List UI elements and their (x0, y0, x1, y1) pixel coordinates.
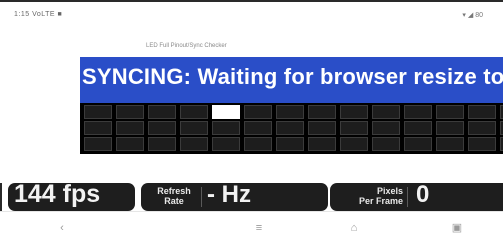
pixels-per-frame-value: 0 (416, 181, 430, 208)
pixels-per-frame-label: Pixels Per Frame (358, 186, 403, 206)
grid-cell (212, 137, 240, 151)
pixels-per-frame-panel: Pixels Per Frame 0 (330, 181, 503, 211)
grid-cell (340, 105, 368, 119)
refresh-divider (201, 187, 202, 207)
grid-cell (84, 137, 112, 151)
grid-cell (372, 105, 400, 119)
fps-value: 144 fps (14, 180, 101, 208)
grid-cell (468, 105, 496, 119)
grid-cell (276, 121, 304, 135)
grid-cell (244, 137, 272, 151)
grid-cell (436, 121, 464, 135)
grid-cell (308, 121, 336, 135)
refresh-rate-label: Refresh Rate (157, 186, 191, 206)
grid-cell (244, 105, 272, 119)
grid-cell (276, 105, 304, 119)
test-grid (80, 103, 503, 154)
grid-cell (84, 121, 112, 135)
grid-cell (116, 137, 144, 151)
page-heading: LED Full Pinout/Sync Checker (146, 43, 227, 49)
grid-cell (84, 105, 112, 119)
navigation-bar: ‹ ≡ ⌂ ▣ (0, 211, 503, 242)
test-grid-cells (84, 105, 503, 151)
grid-cell (436, 137, 464, 151)
status-time: 1:15 VoLTE ■ (14, 11, 63, 18)
grid-cell (148, 121, 176, 135)
home-icon[interactable]: ⌂ (347, 221, 361, 235)
recents-icon[interactable]: ▣ (450, 221, 464, 235)
grid-cell (404, 105, 432, 119)
grid-cell (404, 137, 432, 151)
grid-cell (340, 121, 368, 135)
sync-banner: SYNCING: Waiting for browser resize to (80, 57, 503, 103)
grid-cell (148, 105, 176, 119)
refresh-rate-value: - Hz (207, 181, 251, 208)
grid-cell (468, 137, 496, 151)
grid-cell (436, 105, 464, 119)
grid-cell (340, 137, 368, 151)
refresh-rate-panel: Refresh Rate - Hz (141, 181, 328, 211)
screen: 1:15 VoLTE ■ ▾ ◢ 80 LED Full Pinout/Sync… (0, 0, 503, 242)
grid-cell (404, 121, 432, 135)
sync-banner-text: SYNCING: Waiting for browser resize to (82, 64, 503, 89)
grid-cell (180, 137, 208, 151)
grid-cell (180, 121, 208, 135)
grid-cell (308, 105, 336, 119)
grid-cell (372, 121, 400, 135)
grid-cell (212, 121, 240, 135)
grid-cell (276, 137, 304, 151)
grid-cell (244, 121, 272, 135)
grid-cell (180, 105, 208, 119)
status-bar: 1:15 VoLTE ■ ▾ ◢ 80 (0, 2, 503, 28)
grid-cell (372, 137, 400, 151)
grid-cell (308, 137, 336, 151)
back-icon[interactable]: ‹ (55, 221, 69, 235)
grid-cell (116, 121, 144, 135)
grid-cell (116, 105, 144, 119)
menu-icon[interactable]: ≡ (252, 221, 266, 235)
ppf-divider (407, 187, 408, 207)
grid-cell-active (212, 105, 240, 119)
status-icons: ▾ ◢ 80 (462, 12, 483, 19)
fps-panel: 144 fps (8, 180, 135, 211)
grid-cell (148, 137, 176, 151)
grid-cell (468, 121, 496, 135)
